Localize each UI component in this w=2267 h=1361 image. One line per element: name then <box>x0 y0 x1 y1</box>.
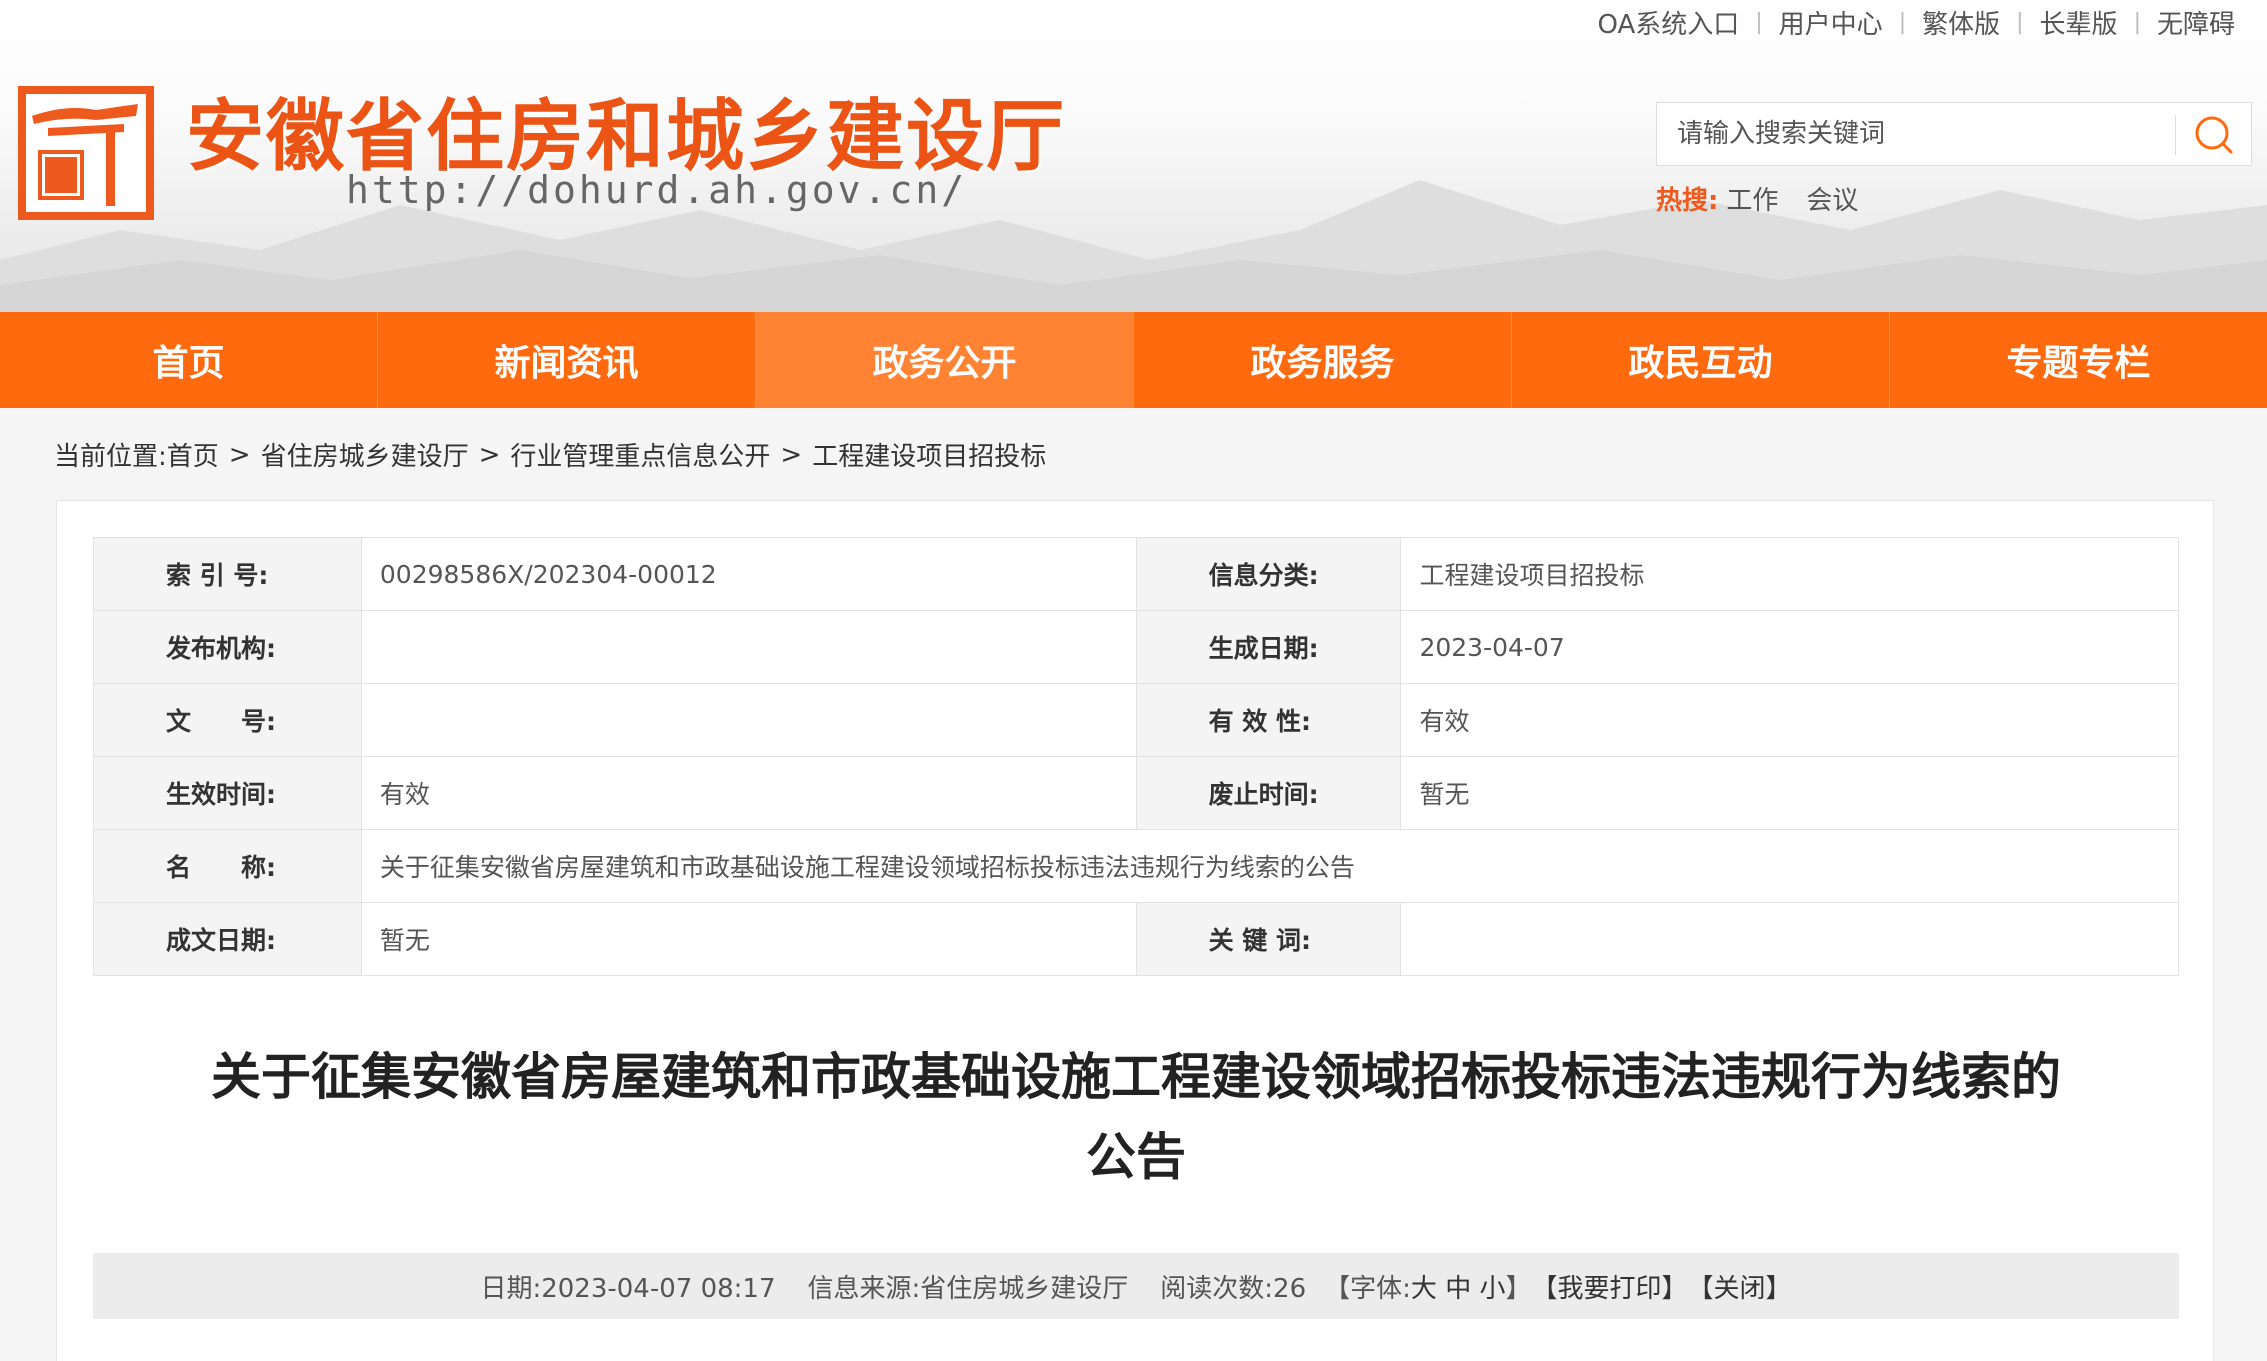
table-row: 发布机构: 生成日期: 2023-04-07 <box>93 610 2179 684</box>
site-url: http://dohurd.ah.gov.cn/ <box>346 168 968 212</box>
hot-search-label: 热搜: <box>1656 186 1719 216</box>
font-size-prefix: 【字体: <box>1324 1273 1411 1304</box>
site-header: OA系统入口 | 用户中心 | 繁体版 | 长辈版 | 无障碍 安徽省住房和城乡… <box>0 0 2267 312</box>
document-number-label: 文 号: <box>93 683 362 757</box>
nav-government-affairs[interactable]: 政务公开 <box>756 312 1134 408</box>
top-links: OA系统入口 | 用户中心 | 繁体版 | 长辈版 | 无障碍 <box>1597 2 2235 42</box>
breadcrumb-link-home[interactable]: 首页 <box>167 436 219 473</box>
site-emblem-icon <box>18 86 154 220</box>
article-title-line: 公告 <box>1086 1128 1186 1186</box>
effective-time-label: 生效时间: <box>93 756 362 830</box>
keywords-value <box>1400 902 2179 976</box>
font-size-suffix: 】 <box>1505 1273 1532 1304</box>
category-label: 信息分类: <box>1135 537 1402 611</box>
nav-interaction[interactable]: 政民互动 <box>1512 312 1890 408</box>
font-large-button[interactable]: 大 <box>1411 1268 1437 1305</box>
written-date-value: 暂无 <box>360 902 1137 976</box>
article-title: 关于征集安徽省房屋建筑和市政基础设施工程建设领域招标投标违法违规行为线索的 公告 <box>117 1037 2155 1197</box>
search-box <box>1656 102 2252 166</box>
breadcrumb-prefix: 当前位置: <box>54 442 167 472</box>
nav-news[interactable]: 新闻资讯 <box>378 312 756 408</box>
search-input[interactable] <box>1657 103 2173 165</box>
index-number-value: 00298586X/202304-00012 <box>360 537 1137 611</box>
user-center-link[interactable]: 用户中心 <box>1779 4 1883 41</box>
font-medium-button[interactable]: 中 <box>1445 1268 1471 1305</box>
written-date-label: 成文日期: <box>93 902 362 976</box>
search-divider <box>2175 115 2176 155</box>
divider: | <box>1898 9 1907 35</box>
nav-special-topics[interactable]: 专题专栏 <box>1890 312 2267 408</box>
article-title-line: 关于征集安徽省房屋建筑和市政基础设施工程建设领域招标投标违法违规行为线索的 <box>211 1048 2061 1106</box>
publisher-value <box>360 610 1137 684</box>
divider: | <box>1755 9 1763 35</box>
breadcrumb-link-department[interactable]: 省住房城乡建设厅 <box>261 436 469 473</box>
created-date-value: 2023-04-07 <box>1400 610 2179 684</box>
close-button[interactable]: 【关闭】 <box>1688 1268 1792 1305</box>
search-icon <box>2195 116 2233 154</box>
created-date-label: 生成日期: <box>1135 610 1402 684</box>
traditional-chinese-link[interactable]: 繁体版 <box>1922 4 2000 41</box>
category-value: 工程建设项目招投标 <box>1400 537 2179 611</box>
table-row: 文 号: 有 效 性: 有效 <box>93 683 2179 757</box>
document-name-value: 关于征集安徽省房屋建筑和市政基础设施工程建设领域招标投标违法违规行为线索的公告 <box>360 829 2180 903</box>
search-button[interactable] <box>2187 109 2241 161</box>
main-nav: 首页 新闻资讯 政务公开 政务服务 政民互动 专题专栏 <box>0 312 2267 408</box>
table-row: 生效时间: 有效 废止时间: 暂无 <box>93 756 2179 830</box>
breadcrumb-link-bidding[interactable]: 工程建设项目招投标 <box>812 436 1046 473</box>
divider: | <box>2133 9 2141 35</box>
oa-system-link[interactable]: OA系统入口 <box>1597 4 1739 41</box>
article-info-bar: 日期:2023-04-07 08:17 信息来源:省住房城乡建设厅 阅读次数:2… <box>93 1253 2179 1319</box>
index-number-label: 索 引 号: <box>93 537 362 611</box>
publish-date: 日期:2023-04-07 08:17 <box>480 1273 776 1304</box>
table-row: 名 称: 关于征集安徽省房屋建筑和市政基础设施工程建设领域招标投标违法违规行为线… <box>93 829 2180 903</box>
validity-label: 有 效 性: <box>1135 683 1402 757</box>
content-panel: 索 引 号: 00298586X/202304-00012 信息分类: 工程建设… <box>56 500 2214 1361</box>
nav-home[interactable]: 首页 <box>0 312 378 408</box>
info-source: 信息来源:省住房城乡建设厅 <box>807 1273 1129 1304</box>
abolish-time-value: 暂无 <box>1400 756 2179 830</box>
document-number-value <box>360 683 1137 757</box>
hot-word-link[interactable]: 工作 <box>1726 180 1778 217</box>
read-count: 阅读次数:26 <box>1160 1273 1307 1304</box>
document-name-label: 名 称: <box>93 829 362 903</box>
keywords-label: 关 键 词: <box>1135 902 1402 976</box>
breadcrumb-separator: > <box>478 439 501 470</box>
publisher-label: 发布机构: <box>93 610 362 684</box>
breadcrumb-link-industry[interactable]: 行业管理重点信息公开 <box>510 436 770 473</box>
accessibility-link[interactable]: 无障碍 <box>2157 4 2235 41</box>
print-button[interactable]: 【我要打印】 <box>1532 1268 1688 1305</box>
document-metadata-table: 索 引 号: 00298586X/202304-00012 信息分类: 工程建设… <box>93 537 2180 976</box>
font-small-button[interactable]: 小 <box>1479 1268 1505 1305</box>
elderly-version-link[interactable]: 长辈版 <box>2040 4 2118 41</box>
hot-search: 热搜: 工作 会议 <box>1656 180 1886 217</box>
hot-word-link[interactable]: 会议 <box>1806 180 1858 217</box>
nav-services[interactable]: 政务服务 <box>1134 312 1512 408</box>
abolish-time-label: 废止时间: <box>1135 756 1402 830</box>
effective-time-value: 有效 <box>360 756 1137 830</box>
breadcrumb-separator: > <box>228 439 251 470</box>
table-row: 索 引 号: 00298586X/202304-00012 信息分类: 工程建设… <box>93 537 2179 611</box>
validity-value: 有效 <box>1400 683 2179 757</box>
breadcrumb-separator: > <box>780 439 803 470</box>
breadcrumb: 当前位置: 首页 > 省住房城乡建设厅 > 行业管理重点信息公开 > 工程建设项… <box>54 436 1046 473</box>
table-row: 成文日期: 暂无 关 键 词: <box>93 902 2179 976</box>
divider: | <box>2016 9 2024 35</box>
